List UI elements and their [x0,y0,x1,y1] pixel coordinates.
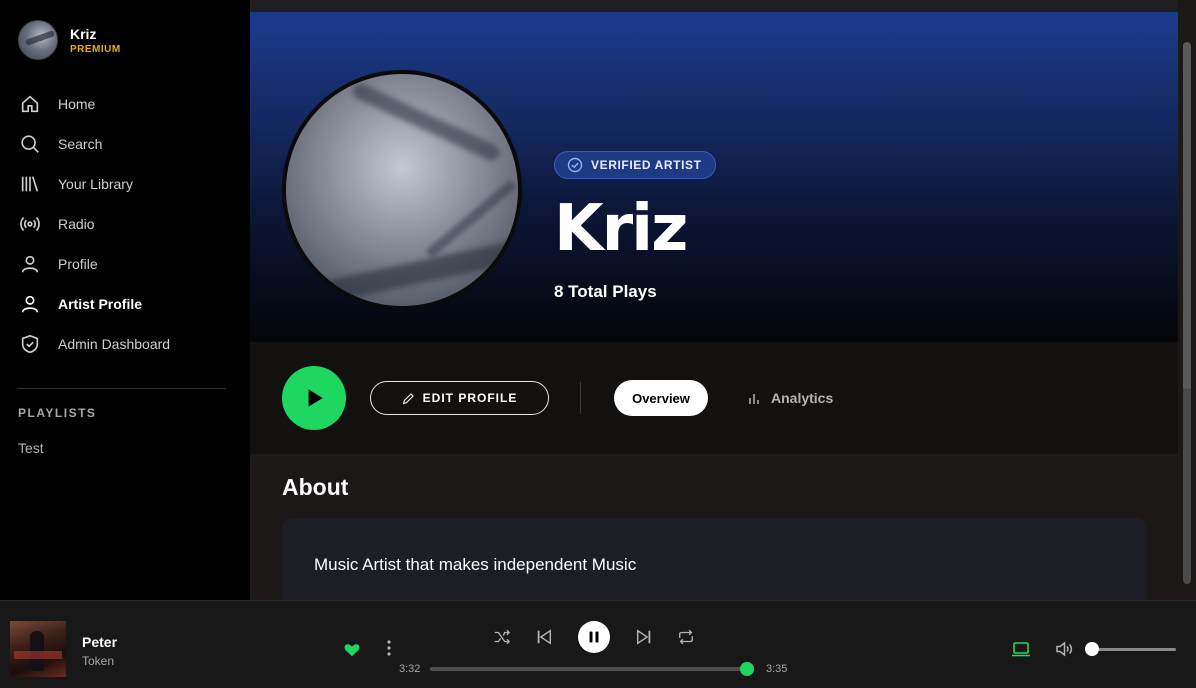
user-name: Kriz [70,25,97,42]
search-icon [18,132,42,156]
tab-analytics-label: Analytics [771,390,834,406]
playlist-item[interactable]: Test [18,440,44,456]
edit-profile-label: EDIT PROFILE [422,391,518,405]
pencil-icon [402,392,414,404]
like-icon[interactable] [343,641,361,659]
repeat-icon[interactable] [676,627,696,647]
verified-artist-badge: VERIFIED ARTIST [554,151,716,179]
about-heading: About [282,474,349,500]
about-card: Music Artist that makes independent Musi… [282,518,1146,600]
sidebar-item-label: Search [58,136,103,152]
library-icon [18,172,42,196]
device-icon[interactable] [1011,639,1031,659]
volume-slider[interactable] [1085,642,1176,656]
artist-name: Kriz [554,192,688,266]
divider [580,382,581,414]
radio-icon [18,212,42,236]
bar-chart-icon [749,394,759,404]
scrollbar-track-lower [1183,388,1191,584]
playlists-heading: PLAYLISTS [18,406,97,420]
track-artist[interactable]: Token [82,654,114,668]
sidebar-nav: Home Search Your Library Radio Profile A… [0,84,250,364]
verified-label: VERIFIED ARTIST [591,158,702,172]
more-options-icon[interactable] [382,638,396,658]
tab-overview[interactable]: Overview [614,380,708,416]
pause-button[interactable] [578,621,610,653]
total-plays: 8 Total Plays [554,282,657,301]
scrollbar[interactable] [1178,12,1196,600]
sidebar-divider [18,388,226,389]
top-bar [250,0,1178,12]
sidebar-item-label: Radio [58,216,95,232]
home-icon [18,92,42,116]
sidebar: Kriz PREMIUM Home Search Your Library Ra… [0,0,250,600]
artist-hero: VERIFIED ARTIST Kriz 8 Total Plays [250,12,1178,342]
sidebar-item-profile[interactable]: Profile [0,244,250,284]
sidebar-item-label: Profile [58,256,98,272]
progress-knob[interactable] [740,662,755,676]
user-icon [18,252,42,276]
scrollbar-thumb[interactable] [1183,42,1191,392]
sidebar-item-search[interactable]: Search [0,124,250,164]
next-icon[interactable] [634,627,654,647]
progress-bar[interactable] [430,662,755,676]
duration-time: 3:35 [766,663,788,675]
shield-icon [18,332,42,356]
sidebar-item-label: Home [58,96,96,112]
main-content: VERIFIED ARTIST Kriz 8 Total Plays EDIT … [250,0,1196,600]
player-bar: Peter Token 3:32 3:35 [0,600,1196,688]
sidebar-item-label: Your Library [58,176,133,192]
sidebar-item-label: Admin Dashboard [58,336,171,352]
sidebar-item-home[interactable]: Home [0,84,250,124]
progress-fill [430,667,748,671]
tab-analytics[interactable]: Analytics [748,380,833,416]
avatar [18,20,58,60]
play-button[interactable] [282,366,346,430]
action-bar: EDIT PROFILE Overview Analytics [250,342,1178,454]
sidebar-item-artist-profile[interactable]: Artist Profile [0,284,250,324]
sidebar-item-label: Artist Profile [58,296,143,312]
premium-badge: PREMIUM [70,43,121,55]
volume-icon[interactable] [1054,639,1074,659]
artist-image [282,70,522,310]
sidebar-item-radio[interactable]: Radio [0,204,250,244]
user-icon [18,292,42,316]
sidebar-item-library[interactable]: Your Library [0,164,250,204]
sidebar-item-admin-dashboard[interactable]: Admin Dashboard [0,324,250,364]
previous-icon[interactable] [534,627,554,647]
user-card[interactable]: Kriz PREMIUM [18,20,121,60]
shuffle-icon[interactable] [492,627,512,647]
album-cover[interactable] [10,621,66,677]
edit-profile-button[interactable]: EDIT PROFILE [370,381,549,415]
track-title[interactable]: Peter [82,634,117,650]
verified-icon [567,157,583,173]
elapsed-time: 3:32 [399,663,421,675]
play-icon [308,389,323,407]
about-text: Music Artist that makes independent Musi… [314,555,637,574]
volume-knob[interactable] [1085,642,1100,656]
pause-icon [589,631,599,643]
